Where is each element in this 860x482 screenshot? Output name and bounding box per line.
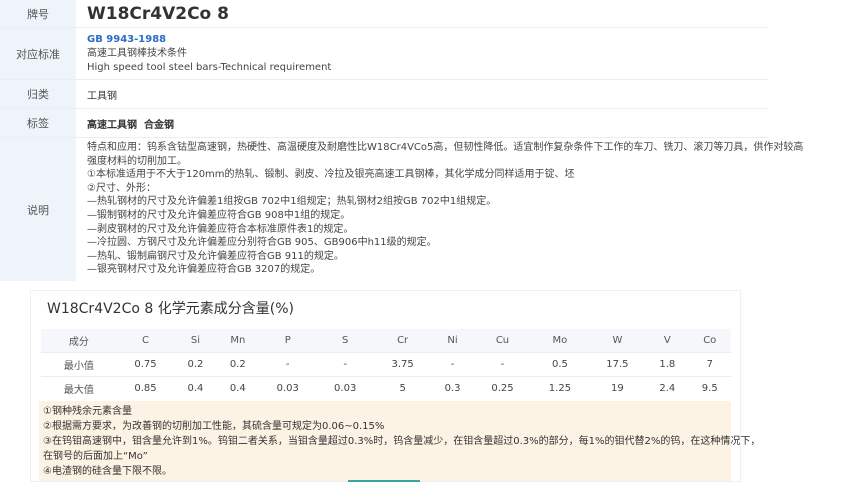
grade-label: 牌号 [0,0,76,27]
table-cell: - [316,352,374,377]
table-cell: 0.03 [316,376,374,400]
note-line: ②根据需方要求，为改善钢的切削加工性能，其硫含量可规定为0.06~0.15% [43,421,385,432]
table-cell: 0.25 [473,376,532,400]
chemical-composition-title: W18Cr4V2Co 8 化学元素成分含量(%) [47,301,294,317]
header-cell: C [116,329,175,353]
description-line: —冷拉圆、方钢尺寸及允许偏差应分别符合GB 905、GB906中h11级的规定。 [87,237,437,249]
tags-label: 标签 [0,109,76,137]
table-cell: - [473,352,532,377]
tags-row: 标签 高速工具钢 合金钢 [0,109,768,138]
description-value: 特点和应用：钨系含钴型高速钢，热硬性、高温硬度及耐磨性比W18Cr4VCo5高，… [76,138,804,281]
table-cell: 3.75 [373,352,432,377]
header-cell: Mo [531,329,589,353]
table-cell: 0.75 [116,352,175,377]
table-row: 最小值 0.75 0.2 0.2 - - 3.75 - - 0.5 17.5 1… [41,352,731,377]
table-cell: 7 [688,352,731,377]
table-cell: 1.8 [646,352,689,377]
chemical-composition-table: 成分 C Si Mn P S Cr Ni Cu Mo W V Co 最小值 0.… [41,329,731,400]
table-cell: 5 [373,376,432,400]
description-line: ②尺寸、外形： [87,182,156,194]
standard-row: 对应标准 GB 9943-1988 高速工具钢棒技术条件 High speed … [0,28,768,80]
description-line: —剥皮钢材的尺寸及允许偏差应符合本标准原件表1的规定。 [87,223,354,235]
standard-value: GB 9943-1988 高速工具钢棒技术条件 High speed tool … [76,28,768,79]
description-line: —热轧钢材的尺寸及允许偏差1组按GB 702中1组规定；热轧钢材2组按GB 70… [87,196,497,208]
description-line: 强度材料的切削加工。 [87,155,187,167]
description-row: 说明 特点和应用：钨系含钴型高速钢，热硬性、高温硬度及耐磨性比W18Cr4VCo… [0,138,804,281]
note-line: ④电渣钢的硅含量下限不限。 [43,466,172,477]
standard-title-en: High speed tool steel bars-Technical req… [87,61,332,73]
header-cell: V [646,329,689,353]
description-line: —热轧、锻制扁钢尺寸及允许偏差应符合GB 911的规定。 [87,250,344,262]
table-cell: 0.3 [431,376,474,400]
table-cell: 0.4 [174,376,217,400]
table-cell: 0.2 [216,352,259,377]
table-cell: 最小值 [41,352,117,377]
table-cell: 0.2 [174,352,217,377]
table-cell: 1.25 [531,376,589,400]
category-label: 归类 [0,80,76,108]
header-cell: Co [688,329,731,353]
description-line: ①本标准适用于不大于120mm的热轧、锻制、剥皮、冷拉及银亮高速工具钢棒，其化学… [87,169,575,181]
table-cell: 0.03 [259,376,317,400]
note-line: 在钢号的后面加上“Mo” [43,451,148,462]
material-info-table: 牌号 W18Cr4V2Co 8 对应标准 GB 9943-1988 高速工具钢棒… [0,0,804,281]
note-line: ③在钨钼高速钢中，钼含量允许到1%。钨钼二者关系，当钼含量超过0.3%时，钨含量… [43,436,761,447]
header-cell: 成分 [41,329,117,353]
table-cell: 0.5 [531,352,589,377]
header-cell: Cr [373,329,432,353]
table-row: 最大值 0.85 0.4 0.4 0.03 0.03 5 0.3 0.25 1.… [41,376,731,400]
table-cell: 最大值 [41,376,117,400]
table-cell: 17.5 [588,352,647,377]
description-label: 说明 [0,138,76,281]
header-cell: Cu [473,329,532,353]
table-header-row: 成分 C Si Mn P S Cr Ni Cu Mo W V Co [41,329,731,353]
chemical-composition-panel: W18Cr4V2Co 8 化学元素成分含量(%) 成分 C Si Mn P S … [30,290,761,482]
standard-title-cn: 高速工具钢棒技术条件 [87,47,187,59]
header-cell: S [316,329,374,353]
header-cell: Ni [431,329,474,353]
table-cell: 0.4 [216,376,259,400]
composition-notes: ①钢种残余元素含量 ②根据需方要求，为改善钢的切削加工性能，其硫含量可规定为0.… [39,401,761,481]
header-cell: Si [174,329,217,353]
description-line: —锻制钢材的尺寸及允许偏差应符合GB 908中1组的规定。 [87,209,351,221]
standard-label: 对应标准 [0,28,76,79]
header-cell: W [588,329,647,353]
grade-row: 牌号 W18Cr4V2Co 8 [0,0,768,28]
header-cell: P [259,329,317,353]
table-cell: - [431,352,474,377]
header-cell: Mn [216,329,259,353]
description-line: —银亮钢材尺寸及允许偏差应符合GB 3207的规定。 [87,264,321,276]
table-cell: - [259,352,317,377]
tags-value: 高速工具钢 合金钢 [76,109,768,137]
table-cell: 2.4 [646,376,689,400]
table-cell: 19 [588,376,647,400]
grade-value: W18Cr4V2Co 8 [76,0,768,27]
description-line: 特点和应用：钨系含钴型高速钢，热硬性、高温硬度及耐磨性比W18Cr4VCo5高，… [87,142,804,153]
standard-code-link[interactable]: GB 9943-1988 [87,33,768,47]
note-line: ①钢种残余元素含量 [43,406,132,417]
table-cell: 0.85 [116,376,175,400]
table-cell: 9.5 [688,376,731,400]
category-row: 归类 工具钢 [0,80,768,109]
category-value: 工具钢 [76,80,768,108]
